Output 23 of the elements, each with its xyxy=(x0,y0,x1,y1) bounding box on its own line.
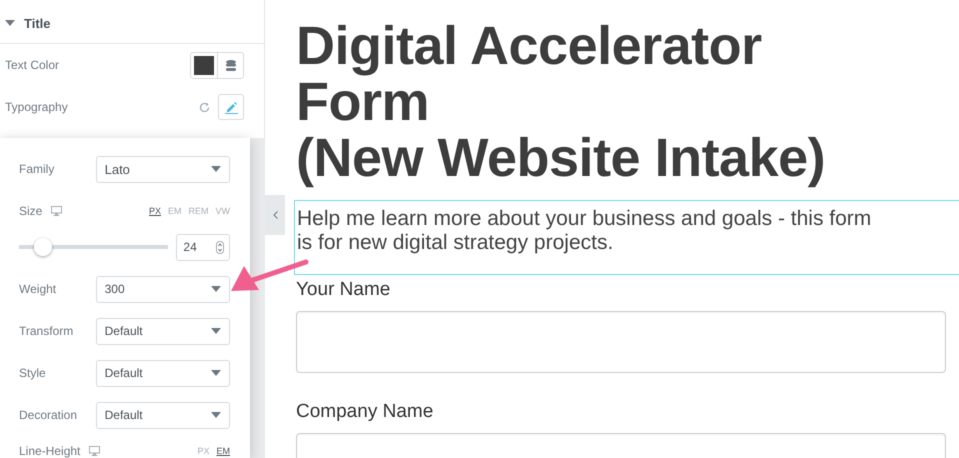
description-text: Help me learn more about your business and goals - this form is for new digital strategy projects. xyxy=(294,200,959,275)
section-title: Title xyxy=(24,16,50,30)
number-input[interactable]: 24 xyxy=(176,234,230,260)
field-label: Style xyxy=(19,366,47,380)
field-label: Size xyxy=(19,204,42,218)
page-heading: Digital Accelerator Form (New Website Intake) xyxy=(296,18,826,186)
select-field[interactable]: Lato xyxy=(96,156,230,182)
field-label: Company Name xyxy=(296,401,434,424)
section-header[interactable]: Title xyxy=(0,3,264,44)
field-label: Transform xyxy=(19,324,74,338)
field-label: Line-Height xyxy=(19,444,80,458)
field-label: Decoration xyxy=(19,408,78,422)
select-field[interactable]: 300 xyxy=(96,276,230,302)
unit-tab[interactable]: EM xyxy=(216,446,230,456)
select-field[interactable]: Default xyxy=(96,402,230,428)
field-label: Family xyxy=(19,162,56,176)
unit-tab[interactable]: PX xyxy=(148,206,161,216)
field-label: Weight xyxy=(19,282,58,296)
select-field[interactable]: Default xyxy=(96,318,230,344)
select-field[interactable]: Default xyxy=(96,360,230,386)
field-label: Typography xyxy=(5,100,69,114)
field-label: Text Color xyxy=(5,58,60,72)
field-label: Your Name xyxy=(296,279,392,302)
